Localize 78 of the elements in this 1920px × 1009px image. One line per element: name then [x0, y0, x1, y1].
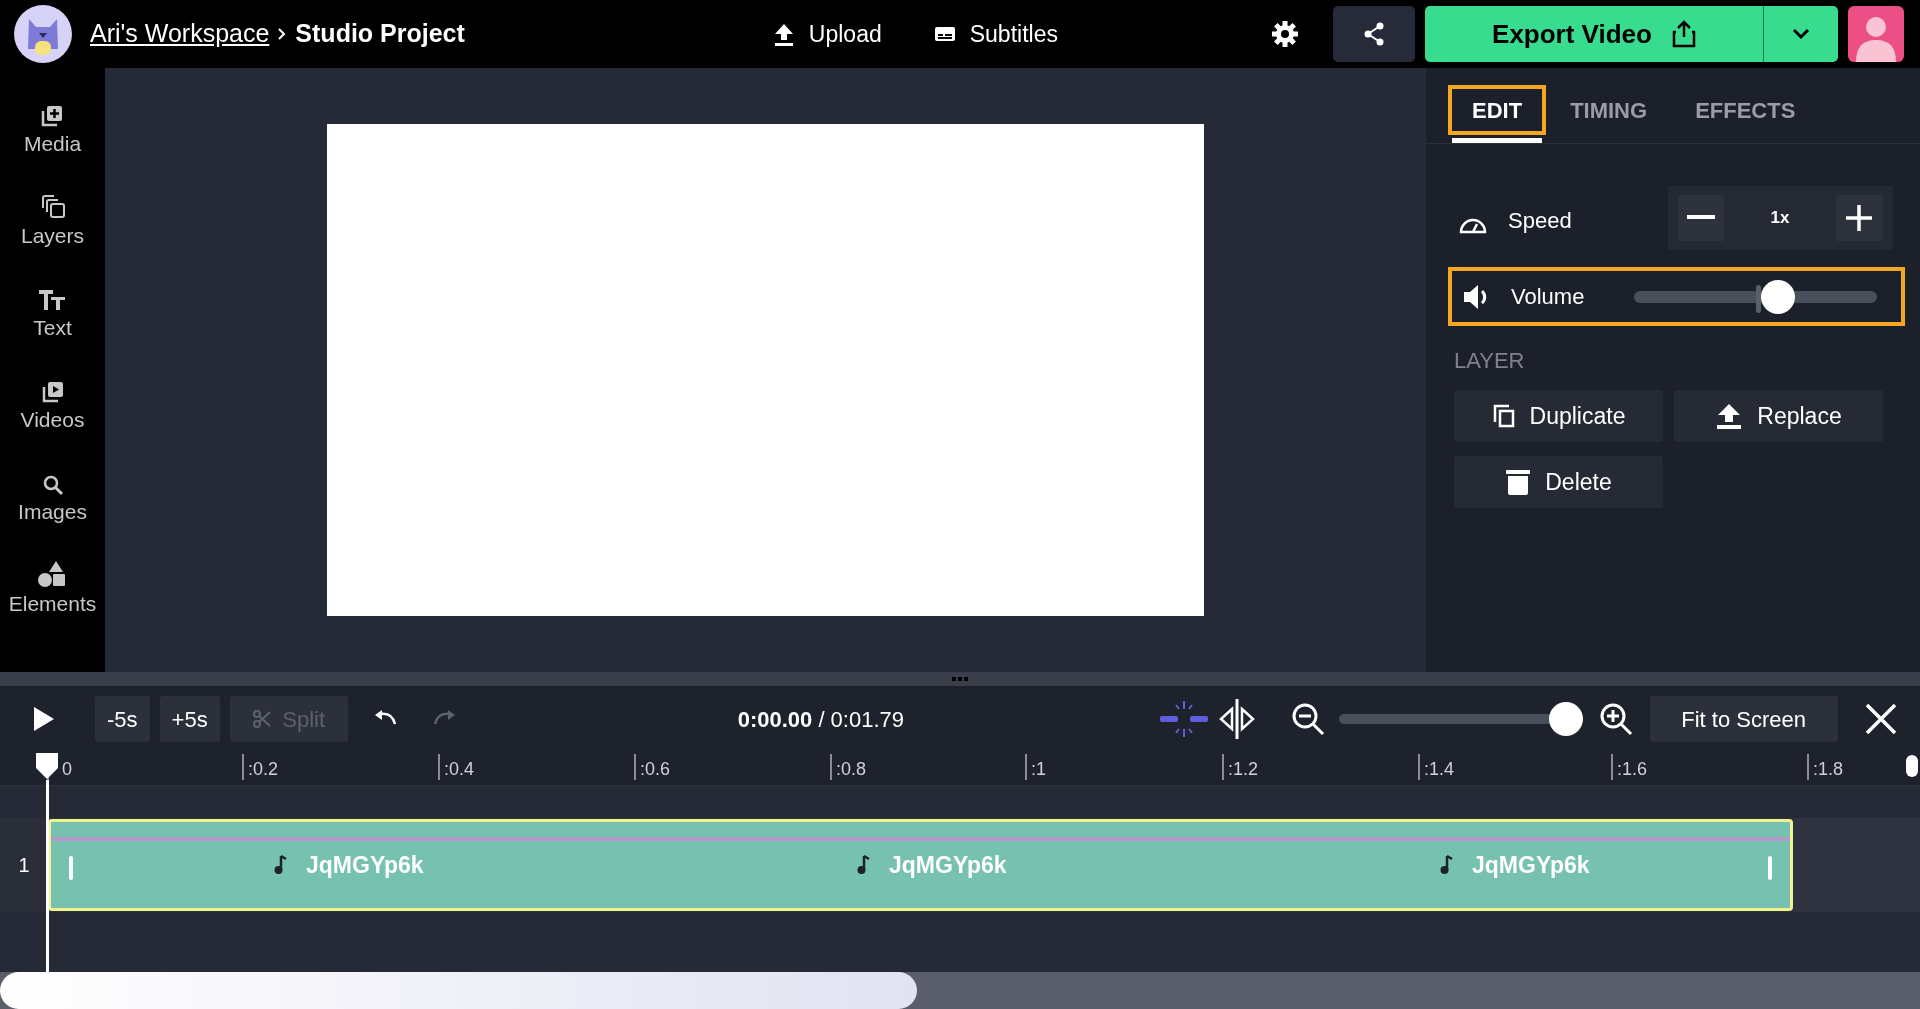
- section-title: LAYER: [1454, 347, 1526, 375]
- slider-thumb[interactable]: [1548, 702, 1583, 736]
- tab[interactable]: TIMING: [1546, 85, 1672, 143]
- sidebar-item[interactable]: Text: [33, 282, 72, 340]
- workspace-link[interactable]: Ari's Workspace: [90, 15, 270, 53]
- ruler-label: :1: [1031, 758, 1046, 781]
- subtitles-icon: [933, 25, 956, 43]
- sidebar-item[interactable]: Layers: [21, 190, 84, 248]
- close-icon[interactable]: [1864, 703, 1897, 735]
- trash-icon: [1505, 468, 1532, 496]
- scrollbar-thumb[interactable]: [1906, 755, 1918, 777]
- project-title: Studio Project: [295, 18, 465, 50]
- scrollbar-thumb[interactable]: [0, 972, 917, 1009]
- ruler-label: :0.6: [640, 758, 671, 781]
- increase-button[interactable]: [1836, 195, 1883, 241]
- ruler-label: :1.6: [1617, 758, 1648, 781]
- chevron-down-icon: [1792, 28, 1810, 40]
- delete-button[interactable]: Delete: [1454, 456, 1663, 508]
- tab[interactable]: EFFECTS: [1671, 85, 1820, 143]
- copy-icon: [1491, 403, 1516, 429]
- snap-icon[interactable]: [1158, 699, 1209, 739]
- upload-button[interactable]: Upload: [768, 16, 886, 52]
- ruler-label: :1.4: [1424, 758, 1455, 781]
- clip-label: JqMGYp6k: [1472, 851, 1590, 880]
- playhead-handle[interactable]: [35, 752, 59, 780]
- sidebar-item[interactable]: Images: [18, 466, 87, 524]
- search-icon: [41, 474, 64, 496]
- zoom-out-icon[interactable]: [1290, 702, 1325, 736]
- text-icon: [38, 288, 67, 312]
- ruler-label: 0: [62, 758, 72, 781]
- music-note-icon: [857, 855, 871, 876]
- fit-to-screen-button[interactable]: Fit to Screen: [1649, 696, 1838, 742]
- sidebar-item[interactable]: Elements: [8, 558, 97, 616]
- replace-button[interactable]: Replace: [1674, 390, 1883, 442]
- ruler-label: :1.2: [1228, 758, 1259, 781]
- share-button[interactable]: [1333, 6, 1415, 62]
- layers-icon: [39, 194, 66, 220]
- ruler-label: :1.8: [1813, 758, 1844, 781]
- shapes-icon: [37, 560, 68, 588]
- ruler-label: :0.4: [444, 758, 475, 781]
- zoom-slider[interactable]: [1338, 702, 1583, 736]
- skip-button[interactable]: +5s: [159, 696, 220, 742]
- resize-handle[interactable]: [952, 677, 968, 681]
- ruler-label: :0.8: [836, 758, 867, 781]
- playback-time: 0:00.00 / 0:01.79: [737, 705, 906, 734]
- music-note-icon: [274, 855, 288, 876]
- chevron-right-icon: [277, 27, 288, 41]
- skip-button[interactable]: -5s: [95, 696, 150, 742]
- duplicate-button[interactable]: Duplicate: [1454, 390, 1663, 442]
- sidebar-item[interactable]: Media: [23, 98, 82, 156]
- trim-handle[interactable]: [69, 856, 73, 880]
- video-library-icon: [40, 380, 65, 404]
- share-export-icon: [1671, 20, 1696, 48]
- share-icon: [1363, 22, 1385, 46]
- clip-label: JqMGYp6k: [889, 851, 1007, 880]
- trim-handle[interactable]: [1768, 856, 1772, 880]
- subtitles-button[interactable]: Subtitles: [929, 16, 1062, 52]
- minus-icon: [1687, 215, 1715, 221]
- media-add-icon: [40, 104, 65, 128]
- ruler-label: :0.2: [248, 758, 279, 781]
- clip-label: JqMGYp6k: [306, 851, 424, 880]
- cat-avatar-icon[interactable]: [14, 5, 72, 63]
- slider-thumb[interactable]: [1760, 279, 1795, 314]
- play-icon: [32, 706, 56, 732]
- plus-icon: [1845, 204, 1874, 232]
- track-number: 1: [18, 853, 30, 878]
- music-note-icon: [1440, 855, 1454, 876]
- speed-value: 1x: [1770, 207, 1790, 230]
- settings-icon[interactable]: [1270, 19, 1300, 49]
- sidebar-item[interactable]: Videos: [20, 374, 85, 432]
- volume-slider[interactable]: [1634, 281, 1878, 312]
- volume-label: Volume: [1511, 283, 1585, 311]
- scissors-icon: [252, 709, 273, 729]
- zoom-in-icon[interactable]: [1598, 702, 1633, 736]
- upload-icon: [1715, 403, 1744, 429]
- upload-icon: [772, 22, 795, 46]
- speed-label: Speed: [1508, 206, 1572, 235]
- decrease-button[interactable]: [1678, 195, 1724, 241]
